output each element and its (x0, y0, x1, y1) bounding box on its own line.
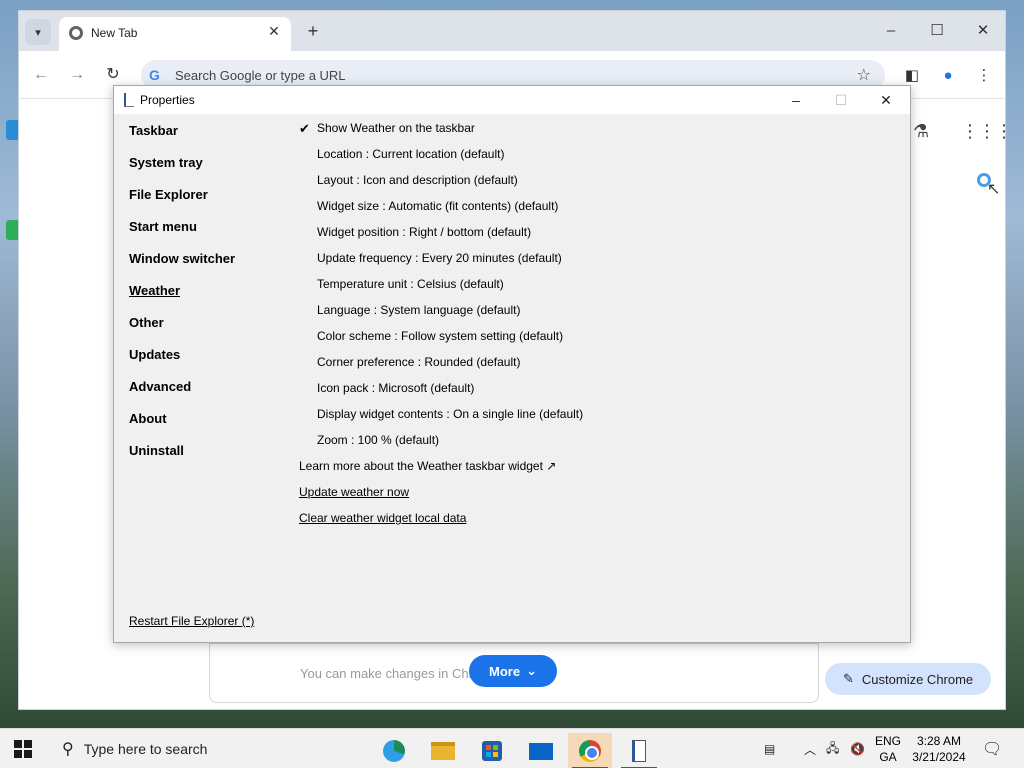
news-widget-icon[interactable]: ▤ (764, 729, 775, 768)
clock-date: 3/21/2024 (912, 750, 966, 764)
ntp-card-text: You can make changes in Chrome (300, 666, 480, 681)
chevron-down-icon: ⌄ (526, 663, 537, 678)
chrome-favicon-icon (69, 26, 83, 40)
search-icon: ⚲ (62, 741, 74, 758)
more-button-label: More (489, 663, 521, 679)
dialog-close-icon[interactable]: ✕ (866, 89, 906, 111)
taskbar-clock[interactable]: 3:28 AM 3/21/2024 (906, 733, 972, 765)
back-arrow-icon[interactable]: ← (29, 63, 53, 87)
folder-icon (431, 742, 455, 760)
sidebar-item-window-switcher[interactable]: Window switcher (129, 251, 235, 266)
mouse-cursor-icon: ↖ (987, 181, 1001, 198)
option-corner-preference[interactable]: Corner preference : Rounded (default) (317, 355, 520, 369)
maximize-icon[interactable]: ☐ (917, 19, 957, 43)
chrome-icon (579, 740, 601, 762)
clock-time: 3:28 AM (916, 734, 962, 748)
update-weather-now-link[interactable]: Update weather now (299, 485, 409, 499)
sidebar-item-uninstall[interactable]: Uninstall (129, 443, 184, 458)
option-display-widget-contents[interactable]: Display widget contents : On a single li… (317, 407, 583, 421)
profile-avatar-icon[interactable]: ● (937, 65, 959, 87)
taskbar-search[interactable]: ⚲ Type here to search (48, 729, 360, 768)
reload-icon[interactable]: ↻ (101, 63, 125, 87)
customize-chrome-label: Customize Chrome (861, 671, 974, 687)
store-icon (482, 741, 502, 761)
tab-search-dropdown-icon[interactable]: ▾ (25, 19, 51, 45)
close-icon[interactable]: ✕ (963, 19, 1003, 43)
taskbar-store[interactable] (470, 733, 514, 768)
clear-weather-data-link[interactable]: Clear weather widget local data (299, 511, 466, 525)
notifications-icon[interactable]: 🗨 (982, 729, 1002, 768)
windows-taskbar: ⚲ Type here to search ▤ ︿ 🖧 🔇 ENG GA 3:2… (0, 728, 1024, 768)
mail-icon (529, 742, 553, 760)
learn-more-link[interactable]: Learn more about the Weather taskbar wid… (299, 459, 556, 473)
windows-start-icon[interactable] (14, 740, 32, 758)
tab-strip: ▾ New Tab ✕ + – ☐ ✕ (19, 11, 1005, 51)
bookmark-star-icon[interactable]: ☆ (857, 65, 871, 85)
sidebar-item-other[interactable]: Other (129, 315, 164, 330)
minimize-icon[interactable]: – (871, 19, 911, 43)
keyboard-layout: GA (879, 750, 897, 764)
option-show-weather[interactable]: Show Weather on the taskbar (317, 121, 475, 135)
sidebar-item-advanced[interactable]: Advanced (129, 379, 191, 394)
taskbar-search-placeholder: Type here to search (83, 741, 208, 757)
network-icon[interactable]: 🖧 (826, 729, 839, 768)
volume-muted-icon[interactable]: 🔇 (850, 729, 865, 768)
taskbar-chrome[interactable] (568, 733, 612, 768)
customize-chrome-button[interactable]: ✎ Customize Chrome (825, 663, 991, 695)
sidebar-item-weather[interactable]: Weather (129, 283, 180, 298)
labs-flask-icon[interactable]: ⚗ (913, 121, 929, 142)
dialog-title: Properties (140, 93, 195, 107)
sidebar-item-taskbar[interactable]: Taskbar (129, 123, 178, 138)
side-panel-icon[interactable]: ◧ (901, 65, 923, 87)
more-button[interactable]: More ⌄ (469, 655, 557, 687)
pencil-icon: ✎ (843, 671, 854, 686)
option-icon-pack[interactable]: Icon pack : Microsoft (default) (317, 381, 474, 395)
dialog-maximize-icon: ☐ (834, 92, 848, 108)
option-temperature-unit[interactable]: Temperature unit : Celsius (default) (317, 277, 504, 291)
omnibox-placeholder[interactable]: Search Google or type a URL (175, 68, 346, 83)
chrome-menu-icon[interactable]: ⋮ (973, 65, 995, 87)
sidebar-item-about[interactable]: About (129, 411, 167, 426)
dialog-titlebar: Properties – ☐ ✕ (114, 86, 910, 114)
option-language[interactable]: Language : System language (default) (317, 303, 520, 317)
sidebar-item-start-menu[interactable]: Start menu (129, 219, 197, 234)
edge-icon (383, 740, 405, 762)
taskbar-mail[interactable] (519, 733, 563, 768)
option-color-scheme[interactable]: Color scheme : Follow system setting (de… (317, 329, 563, 343)
tab-title: New Tab (91, 26, 138, 40)
option-widget-position[interactable]: Widget position : Right / bottom (defaul… (317, 225, 531, 239)
option-widget-size[interactable]: Widget size : Automatic (fit contents) (… (317, 199, 558, 213)
properties-dialog: Properties – ☐ ✕ Taskbar System tray Fil… (113, 85, 911, 643)
properties-app-icon (124, 93, 134, 107)
sidebar-item-file-explorer[interactable]: File Explorer (129, 187, 208, 202)
taskbar-properties[interactable] (617, 733, 661, 768)
show-hidden-icons-chevron-icon[interactable]: ︿ (804, 729, 816, 768)
checkmark-icon: ✔ (299, 121, 310, 136)
new-tab-plus-icon[interactable]: + (301, 19, 325, 43)
restart-file-explorer-link[interactable]: Restart File Explorer (*) (129, 614, 254, 628)
language-indicator[interactable]: ENG GA (872, 733, 904, 765)
dialog-minimize-icon[interactable]: – (776, 89, 816, 111)
properties-icon (632, 740, 646, 762)
tab-new-tab[interactable]: New Tab ✕ (59, 17, 291, 51)
taskbar-edge[interactable] (372, 733, 416, 768)
option-layout[interactable]: Layout : Icon and description (default) (317, 173, 518, 187)
language-code: ENG (874, 734, 901, 748)
google-g-icon: G (149, 67, 160, 83)
option-zoom[interactable]: Zoom : 100 % (default) (317, 433, 439, 447)
forward-arrow-icon[interactable]: → (65, 63, 89, 87)
sidebar-item-system-tray[interactable]: System tray (129, 155, 203, 170)
sidebar-item-updates[interactable]: Updates (129, 347, 180, 362)
google-apps-icon[interactable]: ⋮⋮⋮ (961, 121, 1013, 142)
taskbar-file-explorer[interactable] (421, 733, 465, 768)
option-location[interactable]: Location : Current location (default) (317, 147, 504, 161)
option-update-frequency[interactable]: Update frequency : Every 20 minutes (def… (317, 251, 562, 265)
tab-close-icon[interactable]: ✕ (265, 23, 283, 40)
